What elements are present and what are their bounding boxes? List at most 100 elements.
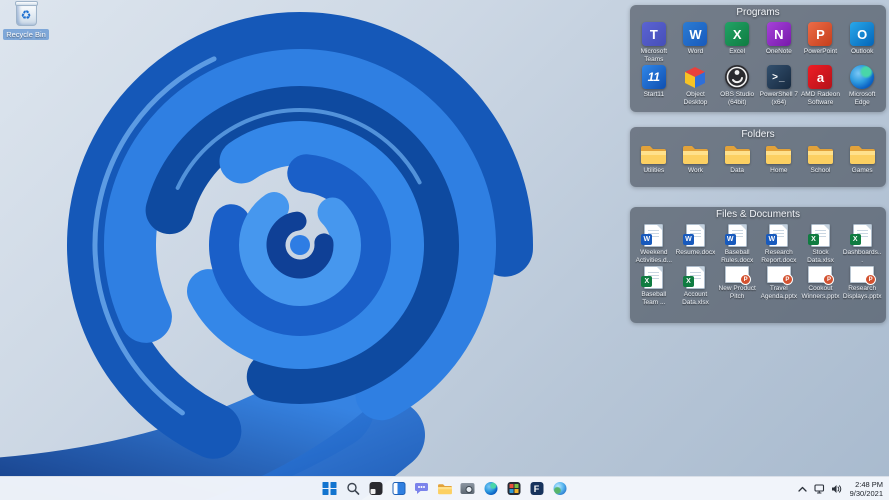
- excel-badge-icon: X: [849, 234, 861, 245]
- program-item-excel[interactable]: X Excel: [716, 20, 758, 63]
- folder-label: Home: [770, 167, 788, 174]
- file-item-cookout-winners[interactable]: P Cookout Winners.pptx: [800, 264, 842, 306]
- recycle-bin-icon: ♻: [14, 1, 38, 26]
- file-item-account-data[interactable]: X Account Data.xlsx: [675, 264, 717, 306]
- program-item-onenote[interactable]: N OneNote: [758, 20, 800, 63]
- fence-programs-title[interactable]: Programs: [630, 5, 886, 20]
- program-item-object-desktop[interactable]: Object Desktop: [675, 63, 717, 106]
- program-item-powerpoint[interactable]: P PowerPoint: [800, 20, 842, 63]
- program-label: Outlook: [850, 48, 874, 55]
- teams-glyph: T: [649, 26, 658, 42]
- excel-badge-icon: X: [807, 234, 819, 245]
- fence-programs-grid: T Microsoft Teams W Word X Excel N OneNo…: [630, 20, 886, 108]
- folder-label: Games: [851, 167, 873, 174]
- fence-folders: Folders Utilities Work Data Home School: [630, 127, 886, 187]
- taskbar-split-window-app-button[interactable]: [390, 480, 407, 497]
- folder-item-games[interactable]: Games: [841, 142, 883, 175]
- file-item-resume[interactable]: W Resume.docx: [675, 222, 717, 264]
- excel-glyph: X: [732, 26, 742, 42]
- word-badge-icon: W: [641, 234, 653, 245]
- fences-icon: F: [530, 482, 543, 495]
- excel-icon: X: [725, 22, 750, 46]
- taskbar-dark-app-button[interactable]: [367, 480, 384, 497]
- word-badge-icon: W: [766, 234, 778, 245]
- excel-file-icon: X: [807, 224, 830, 247]
- fence-programs: Programs T Microsoft Teams W Word X Exce…: [630, 5, 886, 112]
- start11-icon: 11: [641, 65, 666, 89]
- fences-app-button[interactable]: F: [528, 480, 545, 497]
- fence-folders-title[interactable]: Folders: [630, 127, 886, 142]
- program-item-outlook[interactable]: O Outlook: [841, 20, 883, 63]
- word-icon: W: [683, 22, 708, 46]
- file-explorer-button[interactable]: [436, 480, 453, 497]
- object-desktop-cube-icon: [685, 67, 706, 88]
- tray-time: 2:48 PM: [855, 479, 883, 489]
- file-item-dashboards[interactable]: X Dashboards...: [841, 222, 883, 264]
- camera-app-button[interactable]: [459, 480, 476, 497]
- tray-clock[interactable]: 2:48 PM 9/30/2021: [848, 480, 885, 498]
- fence-files-grid: W Weekend Activities.d... W Resume.docx …: [630, 222, 886, 308]
- folder-item-work[interactable]: Work: [675, 142, 717, 175]
- program-item-amd-radeon[interactable]: a AMD Radeon Software: [800, 63, 842, 106]
- outlook-glyph: O: [857, 26, 868, 42]
- recycle-symbol-icon: ♻: [20, 7, 32, 22]
- file-item-weekend-activities[interactable]: W Weekend Activities.d...: [633, 222, 675, 264]
- excel-badge-icon: X: [682, 276, 694, 287]
- folder-icon: [849, 146, 875, 164]
- powerpoint-badge-icon: P: [740, 274, 752, 285]
- store-icon: [507, 482, 520, 495]
- file-item-research-displays[interactable]: P Research Displays.pptx: [841, 264, 883, 306]
- program-item-powershell7[interactable]: >_ PowerShell 7 (x64): [758, 63, 800, 106]
- folder-icon: [682, 146, 708, 164]
- microsoft-edge-icon: [484, 482, 497, 495]
- tray-volume-button[interactable]: [831, 483, 843, 495]
- file-item-research-report[interactable]: W Research Report.docx: [758, 222, 800, 264]
- powerpoint-file-icon: P: [808, 266, 835, 285]
- recycle-bin[interactable]: ♻ Recycle Bin: [2, 1, 50, 40]
- program-item-obs-studio[interactable]: OBS Studio (64bit): [716, 63, 758, 106]
- taskbar-center-icons: F: [321, 477, 568, 500]
- amd-radeon-icon: a: [808, 65, 833, 89]
- powerpoint-badge-icon: P: [865, 274, 877, 285]
- folder-label: Utilities: [643, 167, 665, 174]
- store-app-button[interactable]: [505, 480, 522, 497]
- excel-file-icon: X: [641, 266, 664, 289]
- amd-glyph: a: [816, 69, 825, 85]
- program-label: Excel: [729, 48, 746, 55]
- file-item-travel-agenda[interactable]: P Travel Agenda.pptx: [758, 264, 800, 306]
- fence-files-title[interactable]: Files & Documents: [630, 207, 886, 222]
- program-label: Start11: [643, 91, 665, 98]
- folder-item-home[interactable]: Home: [758, 142, 800, 175]
- folder-item-school[interactable]: School: [800, 142, 842, 175]
- program-item-microsoft-edge[interactable]: Microsoft Edge: [841, 63, 883, 106]
- camera-icon: [460, 483, 475, 494]
- word-file-icon: W: [724, 224, 747, 247]
- program-item-microsoft-teams[interactable]: T Microsoft Teams: [633, 20, 675, 63]
- powerpoint-file-icon: P: [850, 266, 877, 285]
- file-item-stock-data[interactable]: X Stock Data.xlsx: [800, 222, 842, 264]
- microsoft-edge-button[interactable]: [482, 480, 499, 497]
- powerpoint-glyph: P: [816, 26, 825, 42]
- tray-network-button[interactable]: [814, 483, 826, 495]
- globe-app-button[interactable]: [551, 480, 568, 497]
- search-button[interactable]: [344, 480, 361, 497]
- chevron-up-icon: [798, 486, 807, 492]
- speaker-icon: [832, 484, 842, 493]
- folder-icon: [766, 146, 792, 164]
- program-item-start11[interactable]: 11 Start11: [633, 63, 675, 106]
- word-file-icon: W: [641, 224, 664, 247]
- file-item-baseball-team[interactable]: X Baseball Team ...: [633, 264, 675, 306]
- word-file-icon: W: [766, 224, 789, 247]
- tray-hidden-icons-button[interactable]: [797, 483, 809, 495]
- start-button[interactable]: [321, 480, 338, 497]
- program-item-word[interactable]: W Word: [675, 20, 717, 63]
- chat-button[interactable]: [413, 480, 430, 497]
- file-item-baseball-rules[interactable]: W Baseball Rules.docx: [716, 222, 758, 264]
- word-glyph: W: [689, 26, 702, 42]
- file-item-new-product-pitch-deck[interactable]: P New Product Pitch Deck.p...: [716, 264, 758, 306]
- folder-item-data[interactable]: Data: [716, 142, 758, 175]
- folder-item-utilities[interactable]: Utilities: [633, 142, 675, 175]
- word-badge-icon: W: [724, 234, 736, 245]
- split-window-icon: [392, 482, 405, 495]
- windows-start-icon: [322, 481, 337, 496]
